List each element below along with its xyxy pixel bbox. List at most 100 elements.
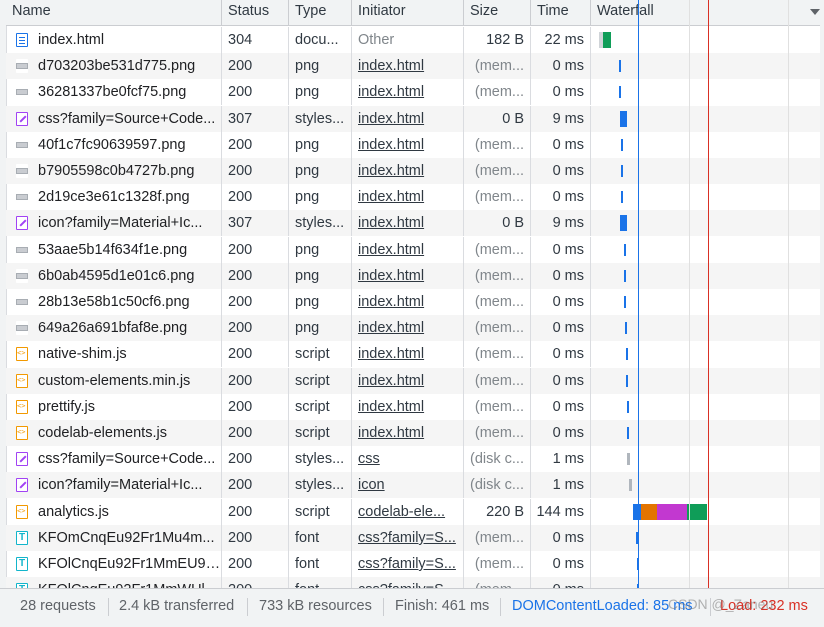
initiator-cell-text[interactable]: index.html: [358, 137, 424, 153]
initiator-cell-text[interactable]: index.html: [358, 399, 424, 415]
column-header-time[interactable]: Time: [531, 0, 591, 26]
initiator-cell-text[interactable]: css?family=S...: [358, 556, 456, 572]
request-name[interactable]: native-shim.js: [6, 341, 222, 367]
request-name[interactable]: 53aae5b14f634f1e.png: [6, 237, 222, 263]
request-name[interactable]: css?family=Source+Code...: [6, 106, 222, 132]
table-row[interactable]: d703203be531d775.png 200 png index.html (mem…: [6, 53, 824, 79]
initiator-cell-text[interactable]: index.html: [358, 346, 424, 362]
initiator-cell[interactable]: css?family=S...: [352, 525, 464, 551]
table-row[interactable]: KFOlCnqEu92Fr1MmWUl...200fontcss?family=…: [6, 577, 824, 588]
table-row[interactable]: 40f1c7fc90639597.png 200 png index.html (mem…: [6, 132, 824, 158]
table-row[interactable]: b7905598c0b4727b.png 200 png index.html (mem…: [6, 158, 824, 184]
table-row[interactable]: 6b0ab4595d1e01c6.png 200 png index.html (mem…: [6, 263, 824, 289]
table-row[interactable]: analytics.js 200 script codelab-ele... 220 B…: [6, 499, 824, 525]
table-row[interactable]: 2d19ce3e61c1328f.png 200 png index.html (mem…: [6, 184, 824, 210]
initiator-cell-text[interactable]: index.html: [358, 242, 424, 258]
initiator-cell-text[interactable]: index.html: [358, 320, 424, 336]
table-row[interactable]: icon?family=Material+Ic... 307 styles... in…: [6, 210, 824, 236]
initiator-cell-text[interactable]: css: [358, 451, 380, 467]
initiator-cell-text[interactable]: index.html: [358, 163, 424, 179]
request-name[interactable]: b7905598c0b4727b.png: [6, 158, 222, 184]
initiator-cell[interactable]: index.html: [352, 106, 464, 132]
initiator-cell-text[interactable]: index.html: [358, 189, 424, 205]
column-header-type[interactable]: Type: [289, 0, 352, 26]
request-name[interactable]: prettify.js: [6, 394, 222, 420]
request-name[interactable]: codelab-elements.js: [6, 420, 222, 446]
table-row[interactable]: prettify.js 200 script index.html (mem... 0 m…: [6, 394, 824, 420]
initiator-cell[interactable]: css?family=S...: [352, 577, 464, 588]
request-name[interactable]: analytics.js: [6, 499, 222, 525]
vertical-scrollbar[interactable]: [820, 0, 824, 588]
initiator-cell[interactable]: index.html: [352, 237, 464, 263]
request-name[interactable]: icon?family=Material+Ic...: [6, 472, 222, 498]
initiator-cell-text[interactable]: index.html: [358, 268, 424, 284]
initiator-cell-text[interactable]: index.html: [358, 294, 424, 310]
initiator-cell-text[interactable]: index.html: [358, 58, 424, 74]
table-row[interactable]: codelab-elements.js 200 script index.html (m…: [6, 420, 824, 446]
request-name[interactable]: icon?family=Material+Ic...: [6, 210, 222, 236]
table-row[interactable]: native-shim.js 200 script index.html (mem...…: [6, 341, 824, 367]
initiator-cell[interactable]: index.html: [352, 289, 464, 315]
request-name-text: d703203be531d775.png: [38, 58, 196, 74]
initiator-cell-text[interactable]: css?family=S...: [358, 530, 456, 546]
initiator-cell-text[interactable]: index.html: [358, 373, 424, 389]
request-name[interactable]: 2d19ce3e61c1328f.png: [6, 184, 222, 210]
initiator-cell[interactable]: index.html: [352, 368, 464, 394]
dom-content-loaded-line: [638, 0, 639, 588]
initiator-cell[interactable]: index.html: [352, 263, 464, 289]
table-row[interactable]: 649a26a691bfaf8e.png 200 png index.html (mem…: [6, 315, 824, 341]
initiator-cell[interactable]: codelab-ele...: [352, 499, 464, 525]
initiator-cell[interactable]: index.html: [352, 158, 464, 184]
column-header-size[interactable]: Size: [464, 0, 531, 26]
request-name[interactable]: KFOlCnqEu92Fr1MmWUl...: [6, 577, 222, 588]
table-row[interactable]: icon?family=Material+Ic... 200 styles... ic…: [6, 472, 824, 498]
table-row[interactable]: 53aae5b14f634f1e.png 200 png index.html (mem…: [6, 237, 824, 263]
size-cell: (mem...: [464, 184, 531, 210]
initiator-cell[interactable]: icon: [352, 472, 464, 498]
request-name[interactable]: 36281337be0fcf75.png: [6, 79, 222, 105]
initiator-cell[interactable]: css?family=S...: [352, 551, 464, 577]
initiator-cell-text[interactable]: index.html: [358, 111, 424, 127]
table-row[interactable]: 28b13e58b1c50cf6.png 200 png index.html (mem…: [6, 289, 824, 315]
table-row[interactable]: css?family=Source+Code... 200 styles... css…: [6, 446, 824, 472]
initiator-cell[interactable]: css: [352, 446, 464, 472]
initiator-cell[interactable]: index.html: [352, 341, 464, 367]
column-header-name[interactable]: Name: [6, 0, 222, 26]
request-name[interactable]: 649a26a691bfaf8e.png: [6, 315, 222, 341]
initiator-cell-text[interactable]: codelab-ele...: [358, 504, 445, 520]
request-name[interactable]: 40f1c7fc90639597.png: [6, 132, 222, 158]
table-row[interactable]: 36281337be0fcf75.png 200 png index.html (mem…: [6, 79, 824, 105]
initiator-cell-text[interactable]: index.html: [358, 425, 424, 441]
initiator-cell[interactable]: index.html: [352, 79, 464, 105]
stylesheet-icon: [16, 452, 28, 466]
column-header-initiator[interactable]: Initiator: [352, 0, 464, 26]
initiator-cell[interactable]: index.html: [352, 184, 464, 210]
request-name[interactable]: KFOmCnqEu92Fr1Mu4m...: [6, 525, 222, 551]
request-name[interactable]: index.html: [6, 27, 222, 53]
initiator-cell[interactable]: index.html: [352, 132, 464, 158]
initiator-cell[interactable]: index.html: [352, 315, 464, 341]
column-header-status[interactable]: Status: [222, 0, 289, 26]
initiator-cell[interactable]: index.html: [352, 394, 464, 420]
size-cell-text: (mem...: [474, 137, 524, 153]
sort-descending-icon[interactable]: [810, 9, 820, 15]
table-row[interactable]: index.html 304 docu... Other 182 B 22 ms: [6, 27, 824, 53]
request-name[interactable]: css?family=Source+Code...: [6, 446, 222, 472]
request-name[interactable]: KFOlCnqEu92Fr1MmEU9f...: [6, 551, 222, 577]
initiator-cell[interactable]: index.html: [352, 53, 464, 79]
table-row[interactable]: KFOlCnqEu92Fr1MmEU9f... 200 font css?family…: [6, 551, 824, 577]
initiator-cell-text[interactable]: index.html: [358, 84, 424, 100]
table-row[interactable]: KFOmCnqEu92Fr1Mu4m... 200 font css?family=S…: [6, 525, 824, 551]
request-name[interactable]: 28b13e58b1c50cf6.png: [6, 289, 222, 315]
initiator-cell-text[interactable]: icon: [358, 477, 385, 493]
request-name[interactable]: d703203be531d775.png: [6, 53, 222, 79]
table-row[interactable]: css?family=Source+Code... 307 styles... ind…: [6, 106, 824, 132]
initiator-cell[interactable]: index.html: [352, 210, 464, 236]
request-name[interactable]: custom-elements.min.js: [6, 368, 222, 394]
table-row[interactable]: custom-elements.min.js 200 script index.htm…: [6, 368, 824, 394]
initiator-cell-text[interactable]: index.html: [358, 215, 424, 231]
initiator-cell[interactable]: index.html: [352, 420, 464, 446]
size-cell-text: (mem...: [474, 346, 524, 362]
waterfall-grid-line: [689, 0, 690, 588]
request-name[interactable]: 6b0ab4595d1e01c6.png: [6, 263, 222, 289]
